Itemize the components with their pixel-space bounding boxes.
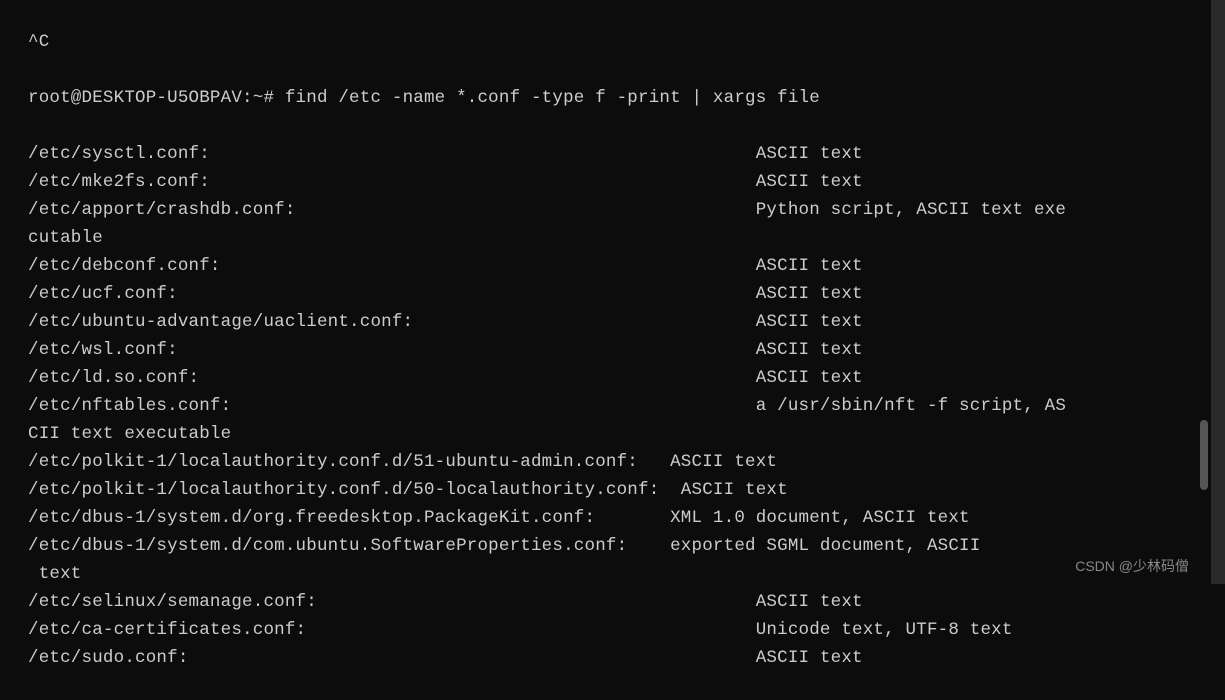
- file-output-line: /etc/ld.so.conf: ASCII text: [28, 364, 1211, 392]
- file-output-line: /etc/polkit-1/localauthority.conf.d/51-u…: [28, 448, 1211, 476]
- file-output-line: /etc/selinux/semanage.conf: ASCII text: [28, 588, 1211, 616]
- file-output-line: /etc/sudo.conf: ASCII text: [28, 644, 1211, 672]
- shell-prompt: root@DESKTOP-U5OBPAV:~#: [28, 88, 274, 108]
- shell-command: find /etc -name *.conf -type f -print | …: [285, 88, 820, 108]
- interrupt-line: ^C: [28, 28, 1211, 56]
- terminal-output[interactable]: ^C root@DESKTOP-U5OBPAV:~# find /etc -na…: [0, 0, 1211, 700]
- file-output-line: /etc/dbus-1/system.d/org.freedesktop.Pac…: [28, 504, 1211, 532]
- file-output-line: /etc/wsl.conf: ASCII text: [28, 336, 1211, 364]
- scrollbar-thumb[interactable]: [1200, 420, 1208, 490]
- file-output-line: /etc/apport/crashdb.conf: Python script,…: [28, 196, 1211, 224]
- file-output-line: /etc/mke2fs.conf: ASCII text: [28, 168, 1211, 196]
- watermark: CSDN @少林码僧: [1075, 552, 1189, 580]
- prompt-line: root@DESKTOP-U5OBPAV:~# find /etc -name …: [28, 84, 1211, 112]
- command-output: /etc/sysctl.conf: ASCII text/etc/mke2fs.…: [28, 140, 1211, 672]
- file-output-line: /etc/ca-certificates.conf: Unicode text,…: [28, 616, 1211, 644]
- file-output-line: /etc/ucf.conf: ASCII text: [28, 280, 1211, 308]
- file-output-line: /etc/polkit-1/localauthority.conf.d/50-l…: [28, 476, 1211, 504]
- file-output-line: /etc/nftables.conf: a /usr/sbin/nft -f s…: [28, 392, 1211, 420]
- file-output-line: /etc/debconf.conf: ASCII text: [28, 252, 1211, 280]
- file-output-wrap: cutable: [28, 224, 1211, 252]
- file-output-wrap: CII text executable: [28, 420, 1211, 448]
- file-output-line: /etc/ubuntu-advantage/uaclient.conf: ASC…: [28, 308, 1211, 336]
- file-output-line: /etc/sysctl.conf: ASCII text: [28, 140, 1211, 168]
- file-output-line: /etc/dbus-1/system.d/com.ubuntu.Software…: [28, 532, 1211, 560]
